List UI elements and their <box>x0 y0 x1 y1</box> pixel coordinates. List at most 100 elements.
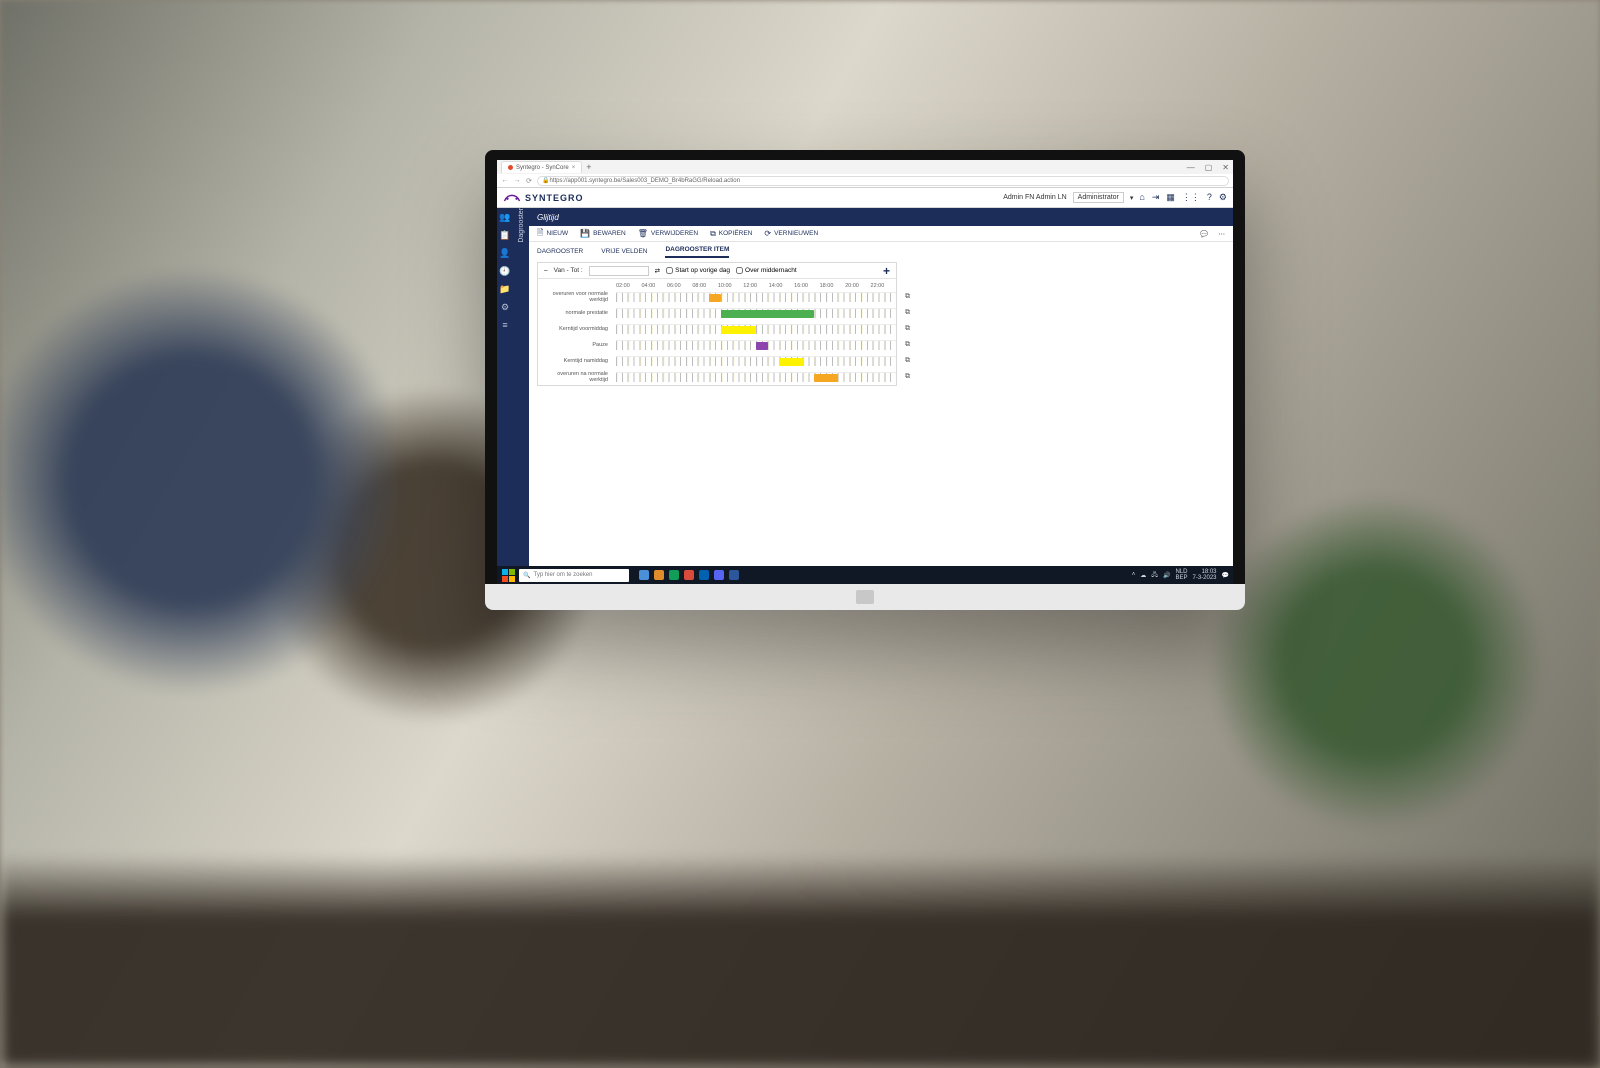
rail-icon-5[interactable]: 📁 <box>499 284 510 295</box>
tray-volume-icon[interactable]: 🔊 <box>1163 572 1170 579</box>
row-track[interactable] <box>616 372 896 382</box>
schedule-bar[interactable] <box>709 294 721 302</box>
vernieuwen-button[interactable]: ⟳VERNIEUWEN <box>764 229 818 238</box>
verwijderen-button[interactable]: 🗑VERWIJDEREN <box>638 229 698 238</box>
timeline-row: Kerntijd namiddag⧉ <box>616 353 896 369</box>
home-icon[interactable]: ⌂ <box>1139 192 1144 203</box>
file-icon: 🗎 <box>537 227 543 241</box>
row-copy-icon[interactable]: ⧉ <box>905 293 910 301</box>
schedule-bar[interactable] <box>721 310 814 318</box>
windows-taskbar: 🔍 Typ hier om te zoeken ˄ ☁ 🖧 🔊 NLD B <box>497 566 1233 584</box>
bewaren-button[interactable]: 💾BEWAREN <box>580 229 626 238</box>
browser-tab[interactable]: Syntegro - SynCore × <box>501 161 582 173</box>
bewaren-label: BEWAREN <box>593 230 626 237</box>
comment-icon[interactable]: 💬 <box>1200 230 1208 238</box>
rail-icon-4[interactable]: 🕘 <box>499 266 510 277</box>
maximize-button[interactable]: ▢ <box>1205 163 1213 172</box>
logout-icon[interactable]: ⇥ <box>1152 192 1160 203</box>
taskbar-app-5[interactable] <box>699 570 709 580</box>
apps-icon[interactable]: ⋮⋮ <box>1182 192 1200 203</box>
taskbar-app-3[interactable] <box>669 570 679 580</box>
row-track[interactable] <box>616 308 896 318</box>
close-button[interactable]: ✕ <box>1222 163 1229 172</box>
schedule-box: – Van - Tot : ⇄ Start op vorige dag Over… <box>537 262 897 386</box>
rail-icon-6[interactable]: ⚙ <box>501 302 509 313</box>
tab-title: Syntegro - SynCore <box>516 165 569 171</box>
add-row-button[interactable]: + <box>883 264 890 278</box>
back-icon[interactable]: ← <box>501 177 509 184</box>
action-toolbar: 🗎NIEUW 💾BEWAREN 🗑VERWIJDEREN ⧉KOPIËREN ⟳… <box>529 226 1233 242</box>
url-text: https://app001.syntegro.be/Sales003_DEMO… <box>549 178 739 184</box>
row-label: Kerntijd voormiddag <box>538 326 612 332</box>
dropdown-icon[interactable]: ▾ <box>1130 194 1134 202</box>
timeline-row: Kerntijd voormiddag⧉ <box>616 321 896 337</box>
kopieren-button[interactable]: ⧉KOPIËREN <box>710 229 752 239</box>
tray-network-icon[interactable]: 🖧 <box>1151 570 1158 580</box>
help-icon[interactable]: ? <box>1207 192 1212 203</box>
row-copy-icon[interactable]: ⧉ <box>905 341 910 349</box>
schedule-bar[interactable] <box>779 358 802 366</box>
page-title-bar: Glijtijd <box>529 208 1233 226</box>
nieuw-button[interactable]: 🗎NIEUW <box>537 227 568 241</box>
schedule-bar[interactable] <box>721 326 756 334</box>
row-track[interactable] <box>616 356 896 366</box>
brand-name: SYNTEGRO <box>525 193 584 203</box>
row-track[interactable] <box>616 292 896 302</box>
tray-lang[interactable]: NLD BEP <box>1175 569 1187 581</box>
over-middernacht-check[interactable]: Over middernacht <box>736 267 797 274</box>
schedule-bar[interactable] <box>814 374 837 382</box>
brand: SYNTEGRO <box>503 191 584 205</box>
browser-tabbar: Syntegro - SynCore × + — ▢ ✕ <box>497 160 1233 174</box>
row-copy-icon[interactable]: ⧉ <box>905 325 910 333</box>
tab-dagrooster[interactable]: DAGROOSTER <box>537 248 583 258</box>
swap-icon[interactable]: ⇄ <box>655 267 660 275</box>
more-icon[interactable]: ⋯ <box>1219 230 1226 238</box>
tab-dagrooster-item[interactable]: DAGROOSTER ITEM <box>665 246 729 258</box>
row-track[interactable] <box>616 324 896 334</box>
tray-chevron-icon[interactable]: ˄ <box>1132 572 1136 578</box>
timeline: 02:0004:0006:0008:0010:0012:0014:0016:00… <box>538 279 896 385</box>
start-vorige-label: Start op vorige dag <box>675 267 730 274</box>
reload-icon[interactable]: ⟳ <box>525 177 533 185</box>
minimize-button[interactable]: — <box>1187 163 1195 172</box>
taskbar-app-6[interactable] <box>714 570 724 580</box>
icon-rail: 👥 📋 👤 🕘 📁 ⚙ ≡ <box>497 208 513 566</box>
taskbar-app-4[interactable] <box>684 570 694 580</box>
kopieren-label: KOPIËREN <box>719 230 753 237</box>
taskbar-app-1[interactable] <box>639 570 649 580</box>
tray-cloud-icon[interactable]: ☁ <box>1140 572 1146 579</box>
role-select[interactable]: Administrator <box>1073 192 1124 203</box>
van-tot-input[interactable] <box>589 266 649 276</box>
close-icon[interactable]: × <box>572 165 576 171</box>
nieuw-label: NIEUW <box>546 230 568 237</box>
user-name: Admin FN Admin LN <box>1003 194 1066 201</box>
row-copy-icon[interactable]: ⧉ <box>905 357 910 365</box>
gear-icon[interactable]: ⚙ <box>1219 192 1227 203</box>
notifications-icon[interactable]: 💬 <box>1222 572 1229 579</box>
taskbar-search[interactable]: 🔍 Typ hier om te zoeken <box>519 569 629 582</box>
row-track[interactable] <box>616 340 896 350</box>
window-controls: — ▢ ✕ <box>1187 163 1229 172</box>
taskbar-app-7[interactable] <box>729 570 739 580</box>
collapse-icon[interactable]: – <box>544 267 548 274</box>
rail-icon-3[interactable]: 👤 <box>499 248 510 259</box>
forward-icon[interactable]: → <box>513 177 521 184</box>
taskbar-app-2[interactable] <box>654 570 664 580</box>
url-input[interactable]: 🔒 https://app001.syntegro.be/Sales003_DE… <box>537 176 1229 186</box>
grid-icon[interactable]: ▦ <box>1166 192 1175 203</box>
start-button[interactable] <box>501 568 515 582</box>
new-tab-button[interactable]: + <box>586 163 591 172</box>
rail-icon-2[interactable]: 📋 <box>499 230 510 241</box>
row-copy-icon[interactable]: ⧉ <box>905 309 910 317</box>
start-vorige-check[interactable]: Start op vorige dag <box>666 267 730 274</box>
row-copy-icon[interactable]: ⧉ <box>905 373 910 381</box>
clock-date: 7-3-2023 <box>1192 575 1216 581</box>
tab-vrije-velden[interactable]: VRIJE VELDEN <box>601 248 647 258</box>
verwijderen-label: VERWIJDEREN <box>651 230 698 237</box>
rail-icon-1[interactable]: 👥 <box>499 212 510 223</box>
tray-clock[interactable]: 18:03 7-3-2023 <box>1192 569 1216 581</box>
monitor-logo <box>856 590 874 604</box>
rail-icon-7[interactable]: ≡ <box>502 320 507 330</box>
van-tot-label: Van - Tot : <box>554 267 583 274</box>
schedule-bar[interactable] <box>756 342 768 350</box>
